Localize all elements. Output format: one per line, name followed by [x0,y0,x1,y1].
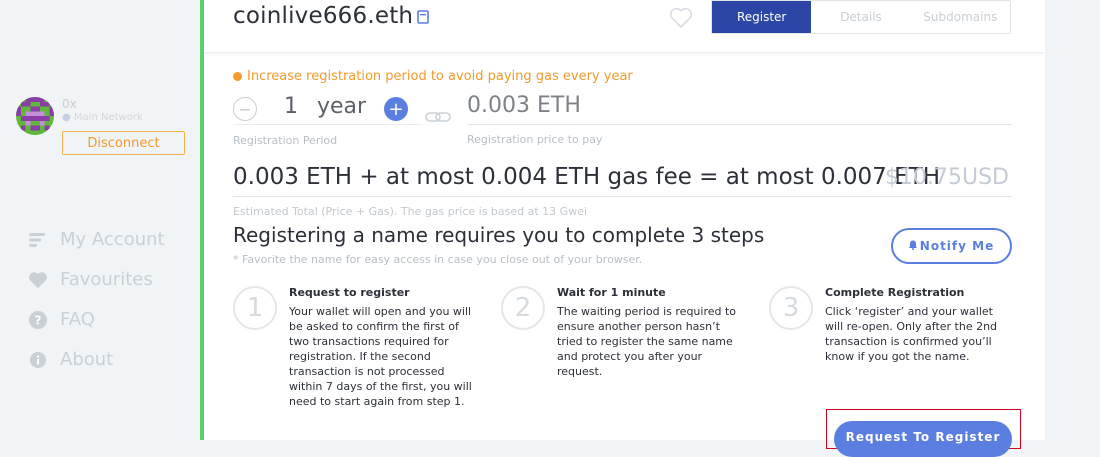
step-number: 2 [501,286,545,330]
sidebar-item-label: My Account [60,229,165,250]
domain-name: coinlive666.eth [233,3,414,29]
price-label: Registration price to pay [467,133,603,146]
domain-title: coinlive666.eth [233,3,429,30]
account-icon [28,230,48,250]
decrease-years-button[interactable]: − [233,97,257,121]
total-underline [233,196,1012,197]
heart-icon [28,270,48,290]
step-title: Request to register [289,286,410,299]
step-description: The waiting period is required to ensure… [557,305,737,378]
disconnect-button[interactable]: Disconnect [62,131,185,155]
network-dot-icon: ● [62,112,71,123]
sidebar-item-favourites[interactable]: Favourites [28,269,153,290]
network-name: Main Network [73,112,143,123]
info-icon [28,350,48,370]
sidebar-item-my-account[interactable]: My Account [28,229,165,250]
favorite-note: * Favorite the name for easy access in c… [233,253,643,266]
domain-header: coinlive666.eth Register Details Subdoma… [204,0,1045,53]
sidebar-item-about[interactable]: About [28,349,113,370]
increase-years-button[interactable]: + [384,97,408,121]
chain-link-icon [425,109,451,128]
main-panel: coinlive666.eth Register Details Subdoma… [204,0,1045,457]
domain-tabs: Register Details Subdomains [711,0,1011,34]
sidebar-item-faq[interactable]: ? FAQ [28,309,95,330]
step-number: 3 [769,286,813,330]
warning-icon [233,72,242,81]
step-title: Wait for 1 minute [557,286,666,299]
year-unit: year [317,94,367,119]
notify-me-button[interactable]: Notify Me [891,228,1012,264]
favourite-heart-icon[interactable] [669,7,693,33]
sidebar-item-label: Favourites [60,269,153,290]
sidebar-item-label: About [60,349,114,370]
network-label: ● Main Network [62,112,143,123]
warning-message: Increase registration period to avoid pa… [233,69,633,84]
notify-label: Notify Me [919,239,995,253]
question-icon: ? [28,310,48,330]
step-description: Click ‘register’ and your wallet will re… [825,305,998,363]
avatar[interactable] [16,97,54,135]
sidebar: 0x ● Main Network Disconnect My Account … [0,0,200,440]
svg-text:?: ? [35,313,42,327]
tab-register[interactable]: Register [712,1,812,33]
bell-icon [908,239,917,253]
registration-price: 0.003 ETH [467,93,581,118]
steps-heading: Registering a name requires you to compl… [233,223,765,247]
step-title: Complete Registration [825,286,965,299]
period-underline [233,124,423,125]
step-description: Your wallet will open and you will be as… [289,305,472,408]
tab-details[interactable]: Details [811,1,910,33]
years-value: 1 [284,94,298,119]
copy-icon[interactable] [417,4,429,30]
tab-subdomains[interactable]: Subdomains [911,1,1010,33]
page-background-right [1045,0,1100,440]
wallet-address: 0x [62,97,77,111]
step-number: 1 [233,286,277,330]
price-underline [467,124,1012,125]
sidebar-item-label: FAQ [60,309,95,330]
period-label: Registration Period [233,134,338,147]
estimated-total: 0.003 ETH + at most 0.004 ETH gas fee = … [233,164,941,190]
usd-total: $10.75USD [885,165,1009,190]
request-to-register-button[interactable]: Request To Register [834,421,1012,457]
warning-text: Increase registration period to avoid pa… [247,69,633,84]
total-label: Estimated Total (Price + Gas). The gas p… [233,205,588,218]
